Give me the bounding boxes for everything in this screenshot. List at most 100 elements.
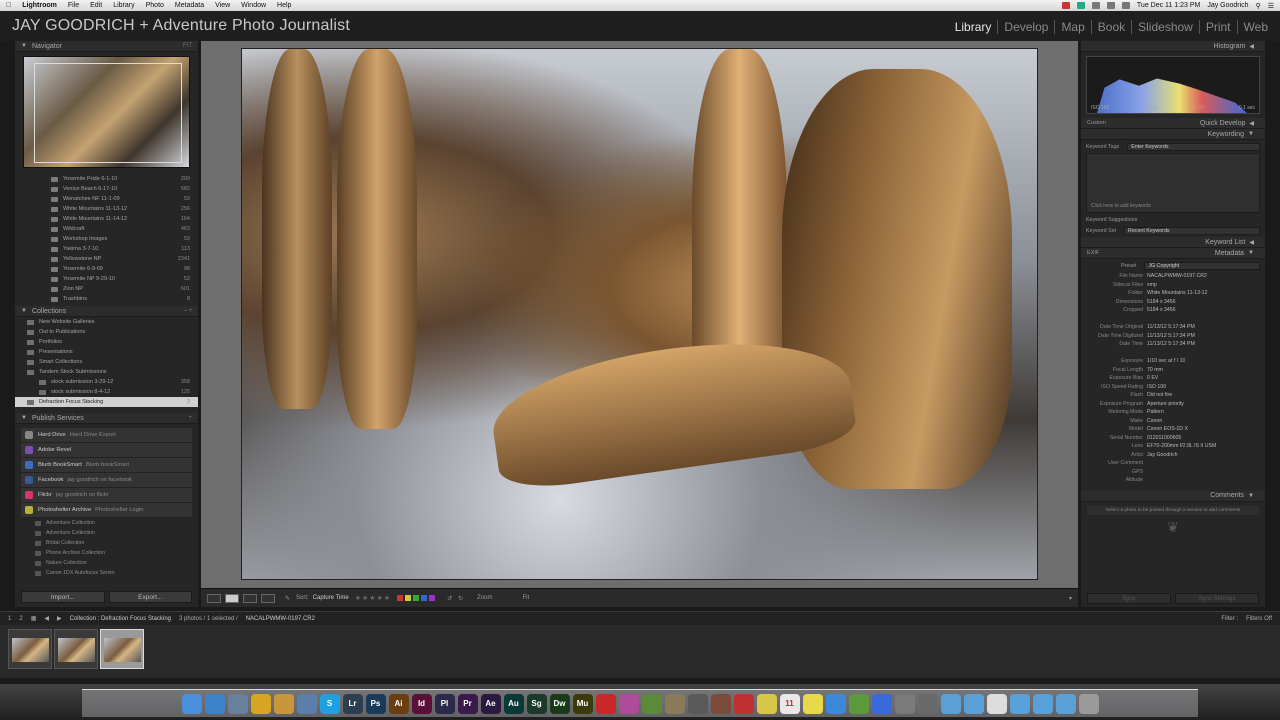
collections-header[interactable]: ▼ Collections – + — [15, 306, 198, 317]
export-button[interactable]: Export... — [108, 591, 192, 603]
page-1-button[interactable]: 1 — [8, 616, 11, 622]
menu-help[interactable]: Help — [277, 0, 291, 11]
collection-row[interactable]: Presentations — [15, 347, 198, 357]
comments-header[interactable]: Comments ▼ — [1081, 490, 1265, 502]
metadata-value[interactable]: 0 EV — [1147, 375, 1158, 381]
menu-file[interactable]: File — [68, 0, 79, 11]
metadata-value[interactable]: Aperture priority — [1147, 401, 1184, 407]
keyword-list-header[interactable]: Keyword List ◀ — [1081, 237, 1265, 248]
folder-row[interactable]: Yosemite 6-9-09 98 — [15, 264, 198, 274]
dropbox-dock-icon[interactable] — [871, 693, 892, 714]
folder-row[interactable]: Yosemite NP 9-29-10 52 — [15, 274, 198, 284]
color-label-red[interactable] — [397, 595, 404, 601]
folder-row[interactable]: White Mountains 11-14-12 164 — [15, 214, 198, 224]
module-print[interactable]: Print — [1200, 20, 1238, 34]
notification-icon[interactable]: ☰ — [1268, 2, 1274, 10]
metadata-value[interactable]: Canon EOS-1D X — [1147, 426, 1188, 432]
battery-icon[interactable] — [1121, 2, 1130, 9]
lightroom-dock-icon[interactable]: Lr — [342, 693, 363, 714]
menu-view[interactable]: View — [215, 0, 230, 11]
keyword-set-select[interactable]: Recent Keywords — [1124, 226, 1260, 235]
color-label-purple[interactable] — [429, 595, 436, 601]
menu-library[interactable]: Library — [113, 0, 134, 11]
keywording-header[interactable]: Keywording ▼ — [1081, 129, 1265, 140]
published-collection-row[interactable]: Adventure Collection — [15, 528, 198, 538]
trash-dock-icon[interactable] — [1078, 693, 1099, 714]
saved-preset-select[interactable]: Custom — [1087, 120, 1106, 126]
stickies-dock-icon[interactable] — [802, 693, 823, 714]
metadata-header[interactable]: EXIF Metadata ▼ — [1081, 248, 1265, 259]
metadata-value[interactable]: xmp — [1147, 282, 1157, 288]
metadata-value[interactable]: 70 mm — [1147, 367, 1163, 373]
navigator-view-frame[interactable] — [34, 63, 182, 163]
app-store-dock-icon[interactable] — [825, 693, 846, 714]
acrobat-dock-icon[interactable] — [595, 693, 616, 714]
metadata-value[interactable]: 11/13/12 5:17:34 PM — [1147, 341, 1195, 347]
premiere-dock-icon[interactable]: Pr — [457, 693, 478, 714]
safari-dock-icon[interactable] — [204, 693, 225, 714]
publish-service-row[interactable]: Hard Drive Hard Drive Export — [21, 428, 192, 443]
audition-dock-icon[interactable]: Au — [503, 693, 524, 714]
folder-row[interactable]: Venice Beach 6-17-10 582 — [15, 184, 198, 194]
menu-edit[interactable]: Edit — [90, 0, 102, 11]
keyword-tags-select[interactable]: Enter Keywords — [1127, 142, 1260, 151]
illustrator-dock-icon[interactable]: Ai — [388, 693, 409, 714]
camera-dock-icon[interactable] — [687, 693, 708, 714]
menu-window[interactable]: Window — [241, 0, 266, 11]
publish-services-header[interactable]: ▼ Publish Services + — [15, 413, 198, 424]
photoshop-dock-icon[interactable]: Ps — [365, 693, 386, 714]
metadata-value[interactable]: 11/13/12 5:17:34 PM — [1147, 333, 1195, 339]
maps-dock-icon[interactable] — [848, 693, 869, 714]
navigator-header[interactable]: ▼ Navigator FIT — [15, 41, 198, 52]
metadata-value[interactable]: ISO 100 — [1147, 384, 1166, 390]
utilities-dock-icon[interactable] — [917, 693, 938, 714]
grid-view-icon[interactable] — [207, 593, 221, 603]
metadata-value[interactable]: NACALPWMW-0197.CR2 — [1147, 273, 1207, 279]
folder-row[interactable]: White Mountains 11-13-12 256 — [15, 204, 198, 214]
folder-row[interactable]: Yellowstone NP 2341 — [15, 254, 198, 264]
filter-select[interactable]: Filters Off — [1246, 616, 1272, 622]
published-collection-row[interactable]: Phone Archive Collection — [15, 548, 198, 558]
settings-dock-icon[interactable] — [894, 693, 915, 714]
folder-row[interactable]: Trashbins 8 — [15, 294, 198, 304]
folder-4-dock-icon[interactable] — [1032, 693, 1053, 714]
import-button[interactable]: Import... — [21, 591, 105, 603]
wifi-icon[interactable] — [1091, 2, 1100, 9]
add-collection-icon[interactable]: – + — [183, 308, 192, 314]
main-photo[interactable] — [241, 48, 1038, 580]
identity-plate[interactable]: JAY GOODRICH + Adventure Photo Journalis… — [12, 17, 350, 35]
folder-2-dock-icon[interactable] — [963, 693, 984, 714]
painter-icon[interactable]: ✎ — [285, 595, 290, 602]
metadata-value[interactable]: Canon — [1147, 418, 1162, 424]
menu-photo[interactable]: Photo — [146, 0, 164, 11]
folder-5-dock-icon[interactable] — [1055, 693, 1076, 714]
box-dock-icon[interactable] — [273, 693, 294, 714]
survey-view-icon[interactable] — [261, 593, 275, 603]
published-collection-row[interactable]: Canon 1DX Autofocus Series — [15, 568, 198, 578]
color-label-green[interactable] — [413, 595, 420, 601]
volume-icon[interactable] — [1106, 2, 1115, 9]
dreamweaver-dock-icon[interactable]: Dw — [549, 693, 570, 714]
metadata-value[interactable]: White Mountains 11-13-12 — [1147, 290, 1207, 296]
pencil-dock-icon[interactable] — [664, 693, 685, 714]
sort-select[interactable]: Capture Time — [313, 595, 349, 601]
folder-row[interactable]: Wenatchee NF 11-1-09 59 — [15, 194, 198, 204]
collection-row[interactable]: Defraction Focus Stacking 3 — [15, 397, 198, 407]
color-label-yellow[interactable] — [405, 595, 412, 601]
filmstrip-thumbnail[interactable] — [8, 629, 52, 669]
navigator-zoom[interactable]: FIT — [183, 43, 192, 49]
folder-row[interactable]: Yakima 3-7-10 113 — [15, 244, 198, 254]
published-collection-row[interactable]: Bridal Collection — [15, 538, 198, 548]
page-2-button[interactable]: 2 — [19, 616, 22, 622]
module-develop[interactable]: Develop — [998, 20, 1056, 34]
calendar-dock-icon[interactable]: 11 — [779, 693, 800, 714]
speedgrade-dock-icon[interactable]: Sg — [526, 693, 547, 714]
toolbar-menu-icon[interactable]: ▾ — [1069, 595, 1072, 602]
spotlight-icon[interactable]: ⚲ — [1256, 2, 1261, 10]
metadata-value[interactable]: 1/10 sec at f / 10 — [1147, 358, 1185, 364]
metadata-value[interactable]: Pattern — [1147, 409, 1164, 415]
collection-row[interactable]: stock submission 8-4-12 125 — [15, 387, 198, 397]
collection-row[interactable]: Portfolios — [15, 337, 198, 347]
menubar-clock[interactable]: Tue Dec 11 1:23 PM — [1137, 2, 1200, 9]
collection-row[interactable]: Smart Collections — [15, 357, 198, 367]
